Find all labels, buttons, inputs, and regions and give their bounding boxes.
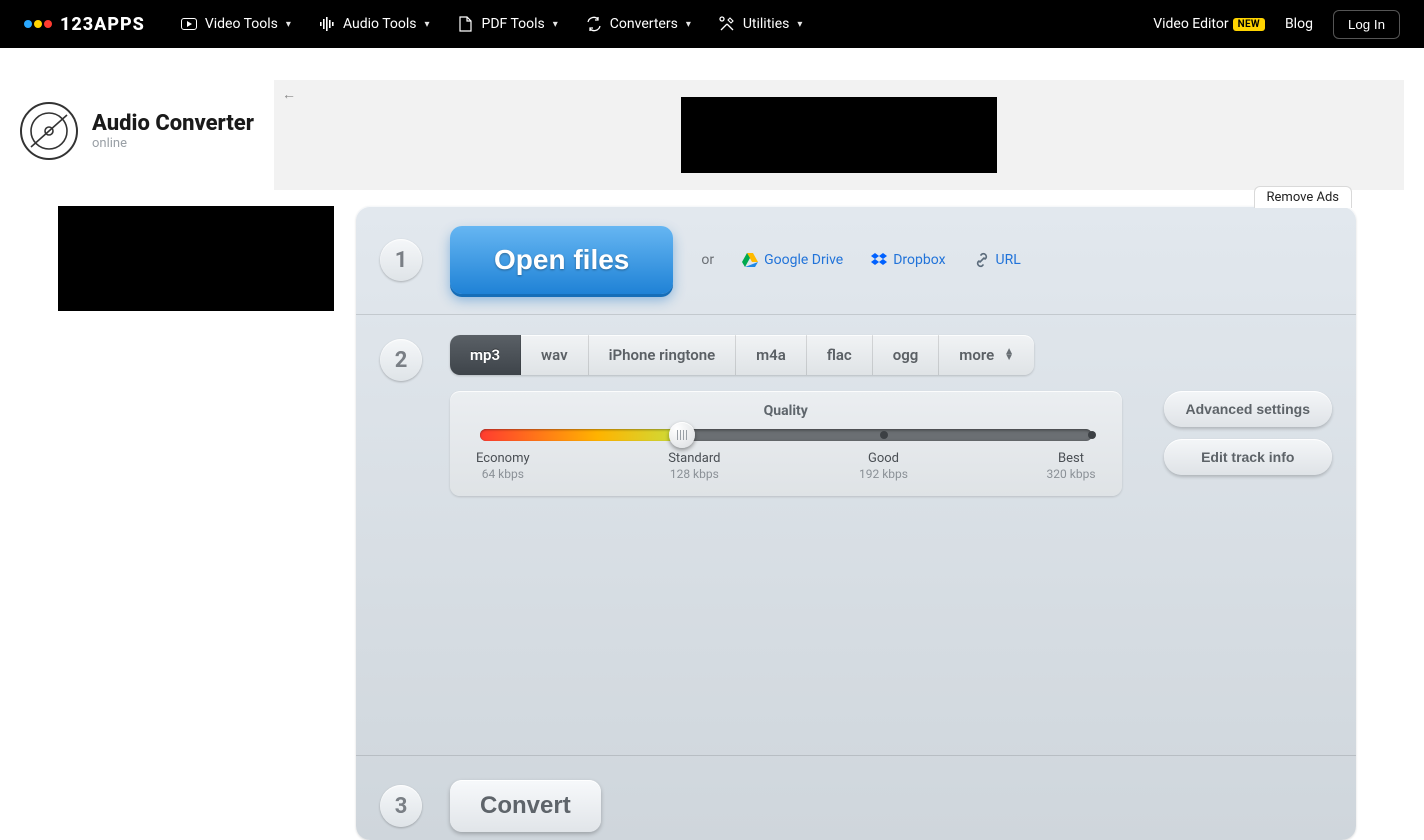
quality-stop-best: Best 320 kbps [1047,451,1096,482]
chevron-down-icon: ▾ [425,19,430,30]
main-nav: Video Tools ▾ Audio Tools ▾ [181,16,1153,32]
main-row: Remove Ads 1 Open files or Google Drive [0,190,1424,840]
sort-arrows-icon: ▲▼ [1004,349,1014,361]
format-tab-more[interactable]: more ▲▼ [939,335,1034,375]
quality-stop-name: Good [859,451,908,467]
nav-label: Audio Tools [343,16,417,32]
nav-converters[interactable]: Converters ▾ [586,16,691,32]
tools-icon [719,16,735,32]
document-icon [458,16,474,32]
audio-waveform-icon [319,16,335,32]
quality-stop-standard: Standard 128 kbps [668,451,720,482]
edit-track-info-button[interactable]: Edit track info [1164,439,1332,475]
step2-side-buttons: Advanced settings Edit track info [1164,391,1332,475]
step-badge-1: 1 [380,239,422,281]
badge-new: NEW [1233,18,1265,31]
quality-stop-rate: 64 kbps [476,467,530,482]
topbar-right: Video Editor NEW Blog Log In [1153,10,1400,39]
ad-placeholder [681,97,997,173]
format-tabs: mp3 wav iPhone ringtone m4a flac ogg mor… [450,335,1034,375]
or-label: or [701,252,714,268]
format-tab-flac[interactable]: flac [807,335,873,375]
format-tab-more-label: more [959,346,994,364]
quality-stop-economy: Economy 64 kbps [476,451,530,482]
quality-slider[interactable] [480,429,1092,441]
format-tab-wav[interactable]: wav [521,335,589,375]
advanced-settings-button[interactable]: Advanced settings [1164,391,1332,427]
format-tab-m4a[interactable]: m4a [736,335,807,375]
nav-label: Utilities [743,16,790,32]
quality-title: Quality [476,403,1096,419]
converter-panel: 1 Open files or Google Drive [356,206,1356,840]
nav-label: Converters [610,16,678,32]
quality-tick [880,431,888,439]
chevron-down-icon: ▾ [797,19,802,30]
quality-stop-good: Good 192 kbps [859,451,908,482]
link-blog[interactable]: Blog [1285,16,1313,32]
source-label: Google Drive [764,252,843,268]
open-files-button[interactable]: Open files [450,226,673,294]
nav-label: PDF Tools [482,16,545,32]
app-title: Audio Converter [92,111,254,136]
nav-label: Video Tools [205,16,278,32]
step-2-row: 2 mp3 wav iPhone ringtone m4a flac ogg m… [356,315,1356,756]
brand-dot [44,20,52,28]
google-drive-icon [742,252,758,268]
step-1-row: 1 Open files or Google Drive [356,206,1356,315]
quality-stop-rate: 128 kbps [668,467,720,482]
app-subtitle: online [92,136,254,151]
brand-logo[interactable]: 123APPS [24,14,145,35]
format-tab-mp3[interactable]: mp3 [450,335,521,375]
brand-dot [34,20,42,28]
quality-stop-rate: 320 kbps [1047,467,1096,482]
header-area: Audio Converter online ← [0,48,1424,190]
step-badge-2: 2 [380,339,422,381]
source-url[interactable]: URL [974,252,1021,268]
dropbox-icon [871,252,887,268]
top-ad-panel: ← [274,80,1404,190]
remove-ads-button[interactable]: Remove Ads [1254,186,1352,208]
brand-dot [24,20,32,28]
link-video-editor[interactable]: Video Editor NEW [1153,16,1265,32]
source-dropbox[interactable]: Dropbox [871,252,945,268]
nav-video-tools[interactable]: Video Tools ▾ [181,16,291,32]
quality-track-fill [480,429,676,441]
source-label: URL [996,252,1021,268]
format-tab-iphone[interactable]: iPhone ringtone [589,335,737,375]
nav-audio-tools[interactable]: Audio Tools ▾ [319,16,430,32]
side-ad-panel [58,206,334,311]
back-arrow-icon[interactable]: ← [282,86,296,103]
chevron-down-icon: ▾ [686,19,691,30]
nav-utilities[interactable]: Utilities ▾ [719,16,803,32]
play-rect-icon [181,16,197,32]
step-3-row: 3 Convert [356,756,1356,840]
brand-name: 123APPS [60,14,145,35]
topbar: 123APPS Video Tools ▾ [0,0,1424,48]
ad-placeholder [58,206,334,311]
quality-tick [1088,431,1096,439]
login-button[interactable]: Log In [1333,10,1400,39]
chevron-down-icon: ▾ [286,19,291,30]
brand-dots [24,20,52,28]
format-tab-ogg[interactable]: ogg [873,335,940,375]
chevron-down-icon: ▾ [553,19,558,30]
step-badge-3: 3 [380,785,422,827]
quality-block: Quality [450,391,1122,496]
video-editor-label: Video Editor [1153,16,1228,32]
quality-stop-name: Best [1047,451,1096,467]
nav-pdf-tools[interactable]: PDF Tools ▾ [458,16,558,32]
audio-converter-icon [20,102,78,160]
quality-labels: Economy 64 kbps Standard 128 kbps Good 1… [476,451,1096,482]
converter-panel-wrap: Remove Ads 1 Open files or Google Drive [356,206,1404,840]
link-icon [974,252,990,268]
convert-arrows-icon [586,16,602,32]
app-title-block: Audio Converter online [20,80,254,160]
quality-stop-name: Economy [476,451,530,467]
convert-button[interactable]: Convert [450,780,601,832]
source-google-drive[interactable]: Google Drive [742,252,843,268]
source-label: Dropbox [893,252,945,268]
quality-stop-name: Standard [668,451,720,467]
quality-knob[interactable] [669,422,695,448]
quality-stop-rate: 192 kbps [859,467,908,482]
